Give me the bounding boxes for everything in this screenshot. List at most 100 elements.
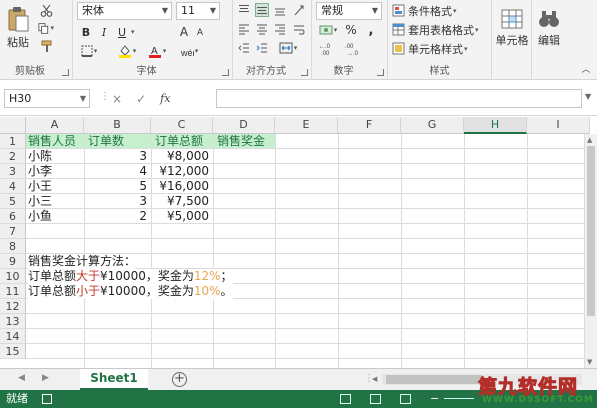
column-header-i[interactable]: I	[527, 117, 590, 134]
format-painter-icon[interactable]	[38, 39, 54, 53]
expand-formula-icon[interactable]: ▼	[585, 92, 591, 101]
percent-button[interactable]: %	[342, 23, 360, 37]
cell-d1[interactable]: 销售奖金	[217, 134, 265, 149]
column-header-h[interactable]: H	[464, 117, 527, 134]
row-header-12[interactable]: 12	[0, 299, 26, 314]
column-header-g[interactable]: G	[401, 117, 464, 134]
macro-record-icon[interactable]	[42, 394, 52, 404]
insert-function-button[interactable]: fx	[160, 92, 170, 105]
column-header-e[interactable]: E	[275, 117, 338, 134]
vertical-scrollbar[interactable]: ▲ ▼	[584, 134, 597, 368]
row-header-2[interactable]: 2	[0, 149, 26, 164]
cell-a3[interactable]: 小李	[28, 164, 52, 179]
cell-c2[interactable]: ¥8,000	[151, 149, 213, 164]
increase-decimal-icon[interactable]: ←.0.00	[318, 42, 340, 56]
number-launcher-icon[interactable]	[377, 69, 384, 76]
orientation-icon[interactable]	[291, 3, 307, 17]
paste-button[interactable]: 粘贴	[4, 4, 32, 52]
row-header-14[interactable]: 14	[0, 329, 26, 344]
grow-font-button[interactable]: A	[177, 24, 191, 40]
page-break-icon[interactable]	[400, 394, 411, 404]
page-layout-icon[interactable]	[370, 394, 381, 404]
row-header-8[interactable]: 8	[0, 239, 26, 254]
italic-button[interactable]: I	[97, 24, 111, 40]
formula-input[interactable]	[216, 89, 582, 108]
row-header-1[interactable]: 1	[0, 134, 26, 149]
cell-c4[interactable]: ¥16,000	[151, 179, 213, 194]
align-top-icon[interactable]	[237, 3, 251, 17]
align-middle-icon[interactable]	[255, 3, 269, 17]
cell-b6[interactable]: 2	[84, 209, 151, 224]
cell-a4[interactable]: 小王	[28, 179, 52, 194]
font-launcher-icon[interactable]	[222, 69, 229, 76]
cell-a9[interactable]: 销售奖金计算方法：	[28, 254, 137, 269]
scroll-left-icon[interactable]: ◀	[372, 375, 377, 383]
row-header-9[interactable]: 9	[0, 254, 26, 269]
currency-icon[interactable]: ▾	[316, 23, 340, 37]
alignment-launcher-icon[interactable]	[301, 69, 308, 76]
number-format-dropdown[interactable]: 常规 ▼	[316, 2, 382, 20]
drag-handle-icon[interactable]: ⋮	[100, 91, 110, 102]
vertical-scroll-thumb[interactable]	[587, 146, 595, 316]
column-header-b[interactable]: B	[84, 117, 151, 134]
column-header-a[interactable]: A	[26, 117, 84, 134]
tab-sheet1[interactable]: Sheet1	[80, 369, 148, 390]
cells-button[interactable]: 单元格	[492, 6, 532, 50]
cell-c5[interactable]: ¥7,500	[151, 194, 213, 209]
conditional-format-button[interactable]: 条件格式 ▾	[392, 3, 488, 18]
cell-b4[interactable]: 5	[84, 179, 151, 194]
cell-a1[interactable]: 销售人员	[28, 134, 76, 149]
clipboard-launcher-icon[interactable]	[62, 69, 69, 76]
underline-button[interactable]: U	[115, 24, 129, 40]
collapse-ribbon-icon[interactable]: ︿	[580, 62, 592, 75]
cell-a11[interactable]: 订单总额小于¥10000，奖金为10%。	[28, 284, 233, 299]
bold-button[interactable]: B	[79, 24, 93, 40]
decrease-indent-icon[interactable]	[237, 41, 251, 55]
normal-view-icon[interactable]	[340, 394, 351, 404]
cell-a10[interactable]: 订单总额大于¥10000，奖金为12%；	[28, 269, 233, 284]
tab-scroll-right-icon[interactable]: ▶	[42, 373, 49, 383]
horizontal-scroll-thumb[interactable]	[386, 375, 482, 384]
format-as-table-button[interactable]: 套用表格格式 ▾	[392, 22, 488, 37]
editing-button[interactable]: 编辑	[532, 6, 566, 50]
zoom-slider[interactable]	[444, 398, 474, 399]
align-left-icon[interactable]	[237, 22, 251, 36]
fill-color-icon[interactable]: ▾	[115, 44, 139, 58]
cell-c1[interactable]: 订单总额	[155, 134, 203, 149]
row-header-3[interactable]: 3	[0, 164, 26, 179]
cell-b1[interactable]: 订单数	[88, 134, 124, 149]
select-all-corner[interactable]	[0, 117, 26, 134]
cell-c6[interactable]: ¥5,000	[151, 209, 213, 224]
add-sheet-button[interactable]: +	[172, 372, 187, 387]
phonetic-icon[interactable]: wén ▾	[177, 44, 201, 58]
row-header-6[interactable]: 6	[0, 209, 26, 224]
scroll-down-icon[interactable]: ▼	[587, 358, 592, 366]
align-bottom-icon[interactable]	[273, 3, 287, 17]
column-header-d[interactable]: D	[213, 117, 275, 134]
decrease-decimal-icon[interactable]: .00 →.0	[344, 42, 366, 56]
merge-center-icon[interactable]: ▾	[275, 41, 301, 55]
align-center-icon[interactable]	[255, 22, 269, 36]
cell-a5[interactable]: 小三	[28, 194, 52, 209]
cell-c3[interactable]: ¥12,000	[151, 164, 213, 179]
font-size-dropdown[interactable]: 11 ▼	[176, 2, 220, 20]
align-right-icon[interactable]	[273, 22, 287, 36]
cut-icon[interactable]	[38, 3, 54, 17]
row-header-15[interactable]: 15	[0, 344, 26, 359]
name-box[interactable]: H30 ▼	[4, 89, 90, 108]
zoom-out-icon[interactable]: −	[430, 390, 439, 408]
cell-b3[interactable]: 4	[84, 164, 151, 179]
row-header-11[interactable]: 11	[0, 284, 26, 299]
font-name-dropdown[interactable]: 宋体 ▼	[77, 2, 172, 20]
row-header-10[interactable]: 10	[0, 269, 26, 284]
cell-b2[interactable]: 3	[84, 149, 151, 164]
enter-icon[interactable]: ✓	[136, 92, 146, 106]
cell-b5[interactable]: 3	[84, 194, 151, 209]
cell-a6[interactable]: 小鱼	[28, 209, 52, 224]
cell-a2[interactable]: 小陈	[28, 149, 52, 164]
wrap-text-icon[interactable]	[291, 22, 307, 36]
row-header-5[interactable]: 5	[0, 194, 26, 209]
cancel-icon[interactable]: ×	[112, 92, 122, 106]
cell-area[interactable]: 销售人员 订单数 订单总额 销售奖金 小陈 3 ¥8,000 小李 4 ¥12,…	[26, 134, 597, 368]
tab-scroll-left-icon[interactable]: ◀	[18, 373, 25, 383]
